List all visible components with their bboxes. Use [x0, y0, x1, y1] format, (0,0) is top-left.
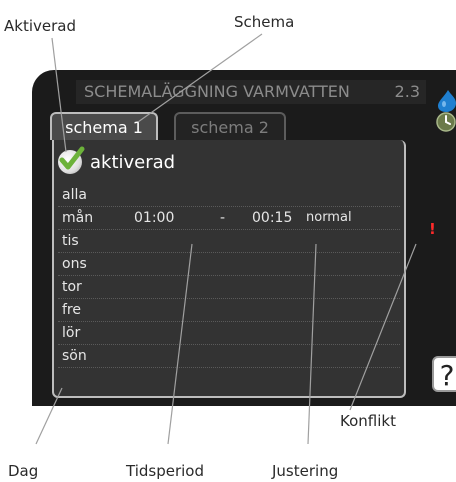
day-row-alla[interactable]: alla	[58, 184, 400, 207]
day-list: alla mån 01:00 - 00:15 normal tis ons to…	[58, 184, 400, 368]
day-label: ons	[62, 256, 87, 272]
help-icon[interactable]: ?	[432, 356, 456, 392]
hot-water-schedule-screen: SCHEMALÄGGNING VARMVATTEN 2.3 schema 1 s…	[32, 70, 456, 406]
time-start[interactable]: 01:00	[134, 207, 174, 229]
day-row-man[interactable]: mån 01:00 - 00:15 normal	[58, 207, 400, 230]
callout-konflikt: Konflikt	[340, 412, 396, 430]
conflict-indicator: !	[429, 220, 436, 238]
checkmark-icon	[58, 146, 85, 174]
tab-schema-1[interactable]: schema 1	[50, 112, 158, 140]
day-label: mån	[62, 210, 94, 226]
callout-schema: Schema	[234, 13, 295, 31]
callout-aktiverad: Aktiverad	[4, 17, 76, 35]
time-separator: -	[220, 210, 226, 226]
day-label: lör	[62, 325, 81, 341]
day-row-son[interactable]: sön	[58, 345, 400, 368]
callout-tidsperiod: Tidsperiod	[126, 462, 204, 480]
menu-number: 2.3	[394, 82, 420, 101]
water-drop-icon	[438, 90, 456, 112]
time-end[interactable]: 00:15	[252, 207, 292, 229]
day-row-tis[interactable]: tis	[58, 230, 400, 253]
callout-justering: Justering	[272, 462, 339, 480]
day-label: tis	[62, 233, 79, 249]
day-row-ons[interactable]: ons	[58, 253, 400, 276]
screen-title: SCHEMALÄGGNING VARMVATTEN	[84, 82, 350, 101]
adjustment-mode[interactable]: normal	[306, 207, 352, 229]
clock-icon	[436, 112, 456, 132]
day-row-lor[interactable]: lör	[58, 322, 400, 345]
title-bar: SCHEMALÄGGNING VARMVATTEN 2.3	[76, 80, 426, 104]
day-label: alla	[62, 187, 87, 203]
activated-label: aktiverad	[90, 151, 176, 173]
day-label: tor	[62, 279, 82, 295]
day-label: fre	[62, 302, 81, 318]
callout-dag: Dag	[8, 462, 39, 480]
tab-schema-2[interactable]: schema 2	[174, 112, 286, 140]
day-label: sön	[62, 348, 87, 364]
activated-toggle[interactable]: aktiverad	[58, 146, 175, 178]
schedule-panel: aktiverad alla mån 01:00 - 00:15 normal …	[52, 140, 406, 398]
day-row-fre[interactable]: fre	[58, 299, 400, 322]
day-row-tor[interactable]: tor	[58, 276, 400, 299]
